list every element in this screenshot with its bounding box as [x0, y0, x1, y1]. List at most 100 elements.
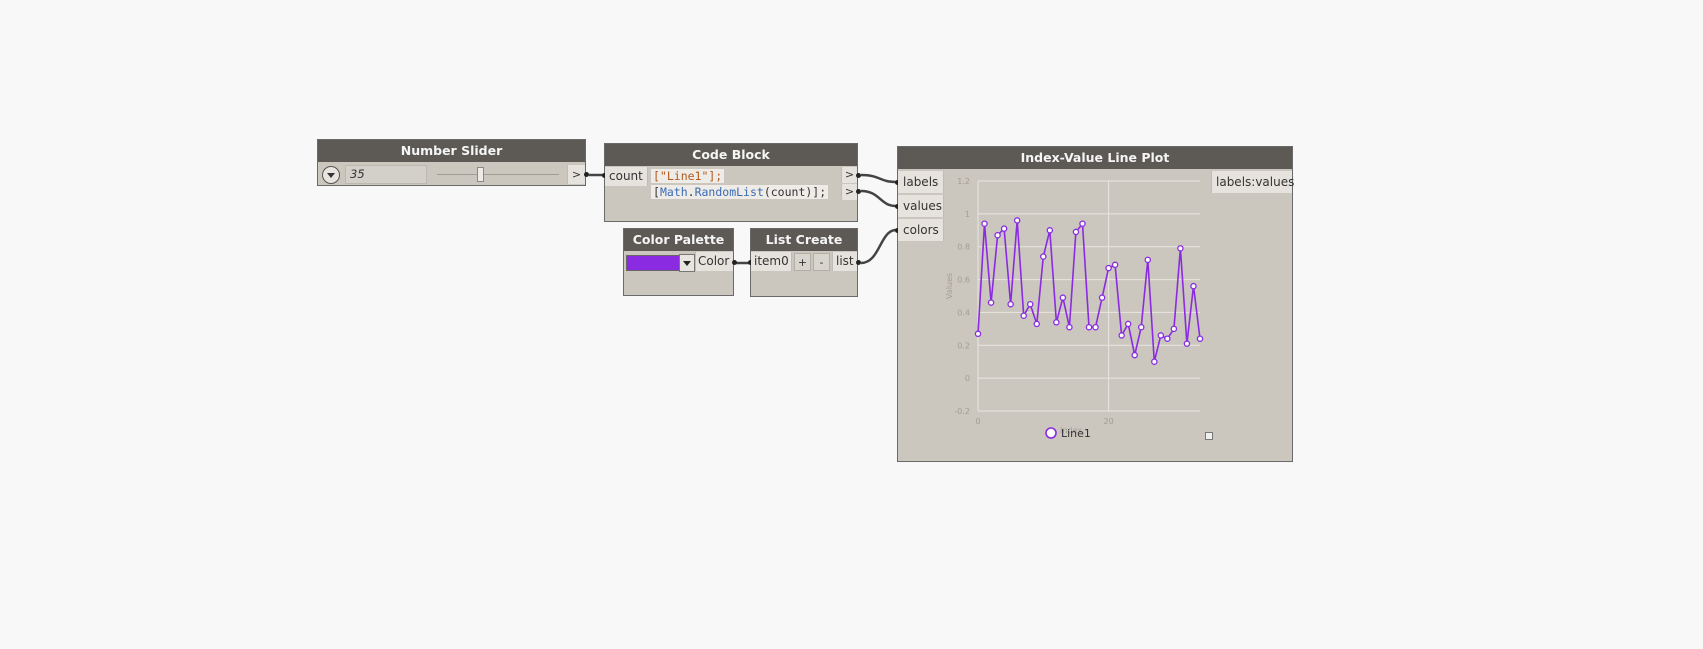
data-point	[1033, 320, 1041, 328]
chevron-down-icon	[683, 261, 691, 266]
x-tick-label: 0	[975, 417, 980, 426]
code-line-1-text: ["Line1"];	[653, 169, 723, 183]
data-point	[1118, 332, 1125, 339]
number-slider-node[interactable]: Number Slider 35 >	[317, 139, 589, 186]
data-point	[1079, 220, 1086, 227]
code-block-node[interactable]: Code Block count ["Line1"]; [Math.Random…	[602, 143, 861, 222]
palette-output-dot[interactable]	[732, 260, 737, 265]
color-palette-node[interactable]: Color Palette Color	[623, 228, 737, 296]
data-point	[994, 231, 1001, 239]
data-point	[1196, 335, 1204, 342]
legend-marker	[1045, 427, 1057, 439]
resize-handle[interactable]	[1205, 432, 1213, 440]
y-axis-label: Values	[945, 273, 954, 299]
code-line-1[interactable]: ["Line1"];	[651, 169, 725, 183]
palette-output-port-color[interactable]: Color	[695, 252, 733, 271]
node-title[interactable]: List Create	[751, 229, 857, 251]
data-point	[1157, 332, 1165, 339]
codeblock-output-dot-1[interactable]	[856, 173, 861, 178]
chevron-down-icon	[327, 173, 335, 178]
slider-value-input[interactable]: 35	[345, 165, 427, 184]
port-label: Color	[698, 254, 730, 268]
node-title[interactable]: Number Slider	[318, 140, 585, 162]
port-label: item0	[754, 254, 789, 268]
port-label: colors	[903, 223, 939, 237]
data-point	[1072, 228, 1080, 236]
data-point	[1105, 264, 1112, 272]
slider-output-dot[interactable]	[584, 172, 589, 177]
data-point	[1144, 256, 1152, 264]
slider-output-port[interactable]: >	[567, 165, 585, 184]
data-point	[974, 330, 982, 338]
data-point	[1066, 323, 1073, 331]
data-point	[1137, 323, 1145, 331]
wire-listcreate-to-colors	[860, 228, 897, 265]
remove-input-button[interactable]: -	[813, 253, 830, 271]
y-tick-label: 1.2	[957, 177, 970, 186]
code-line-2[interactable]: [Math.RandomList(count)];	[651, 185, 829, 199]
list-create-node[interactable]: List Create item0 + - list	[748, 228, 861, 297]
wire-codeblock-to-labels	[860, 173, 897, 184]
port-label: count	[609, 169, 643, 183]
data-point	[1020, 312, 1027, 319]
listcreate-output-port-list[interactable]: list	[832, 252, 857, 271]
x-tick-label: 20	[1103, 417, 1113, 426]
data-point	[1170, 325, 1178, 333]
data-point	[1085, 323, 1093, 331]
y-tick-label: 1	[965, 210, 970, 219]
add-input-button[interactable]: +	[794, 253, 811, 271]
y-tick-label: -0.2	[954, 407, 970, 416]
wire-codeblock-to-values	[860, 189, 897, 208]
node-title[interactable]: Color Palette	[624, 229, 733, 251]
code-editor[interactable]: ["Line1"]; [Math.RandomList(count)];	[649, 167, 842, 202]
data-point	[1124, 320, 1132, 328]
slider-expand-button[interactable]	[322, 166, 340, 184]
data-point	[1026, 300, 1034, 308]
listcreate-input-port-item0[interactable]: item0	[751, 252, 792, 271]
data-point	[1040, 253, 1047, 260]
code-line-2-text: [Math.RandomList(count)];	[653, 185, 827, 199]
data-point	[1164, 335, 1171, 342]
data-point	[981, 220, 988, 227]
data-point	[1177, 245, 1184, 252]
data-point	[1092, 323, 1099, 331]
y-tick-label: 0.4	[957, 308, 970, 317]
data-point	[1183, 340, 1191, 347]
line-plot-node[interactable]: Index-Value Line Plot labels values colo…	[895, 146, 1294, 462]
data-point	[1046, 227, 1054, 234]
data-point	[1053, 319, 1060, 326]
data-point	[1007, 300, 1014, 308]
node-title[interactable]: Code Block	[605, 144, 857, 166]
codeblock-input-port-count[interactable]: count	[605, 167, 648, 186]
y-tick-label: 0.8	[957, 243, 970, 252]
color-dropdown-button[interactable]	[679, 254, 695, 272]
wire-layer	[589, 173, 897, 265]
data-point	[1098, 294, 1106, 301]
data-point	[1013, 217, 1021, 224]
codeblock-output-dot-2[interactable]	[856, 189, 861, 194]
codeblock-output-port-2[interactable]: >	[841, 184, 857, 200]
plot-input-port-labels[interactable]: labels	[898, 171, 944, 193]
data-point	[1111, 261, 1119, 269]
data-point	[1151, 358, 1158, 365]
data-point	[987, 299, 995, 306]
codeblock-output-port-1[interactable]: >	[841, 167, 857, 183]
slider-thumb[interactable]	[476, 167, 484, 182]
listcreate-output-dot[interactable]	[856, 260, 861, 265]
color-swatch[interactable]	[626, 255, 680, 271]
legend-label: Line1	[1061, 427, 1091, 440]
port-label: values	[903, 199, 943, 213]
data-point	[1000, 225, 1008, 232]
port-label: list	[836, 254, 854, 268]
slider-value-text: 35	[350, 167, 365, 181]
data-point	[1059, 294, 1067, 301]
plot-input-port-colors[interactable]: colors	[898, 219, 944, 241]
node-title[interactable]: Index-Value Line Plot	[898, 147, 1292, 169]
y-tick-label: 0.2	[957, 341, 970, 350]
slider-track[interactable]	[437, 174, 559, 175]
y-tick-label: 0.6	[957, 276, 970, 285]
slider-track-area[interactable]	[431, 165, 565, 184]
y-tick-label: 0	[965, 374, 970, 383]
data-point	[1131, 351, 1138, 359]
plot-input-port-values[interactable]: values	[898, 195, 944, 217]
